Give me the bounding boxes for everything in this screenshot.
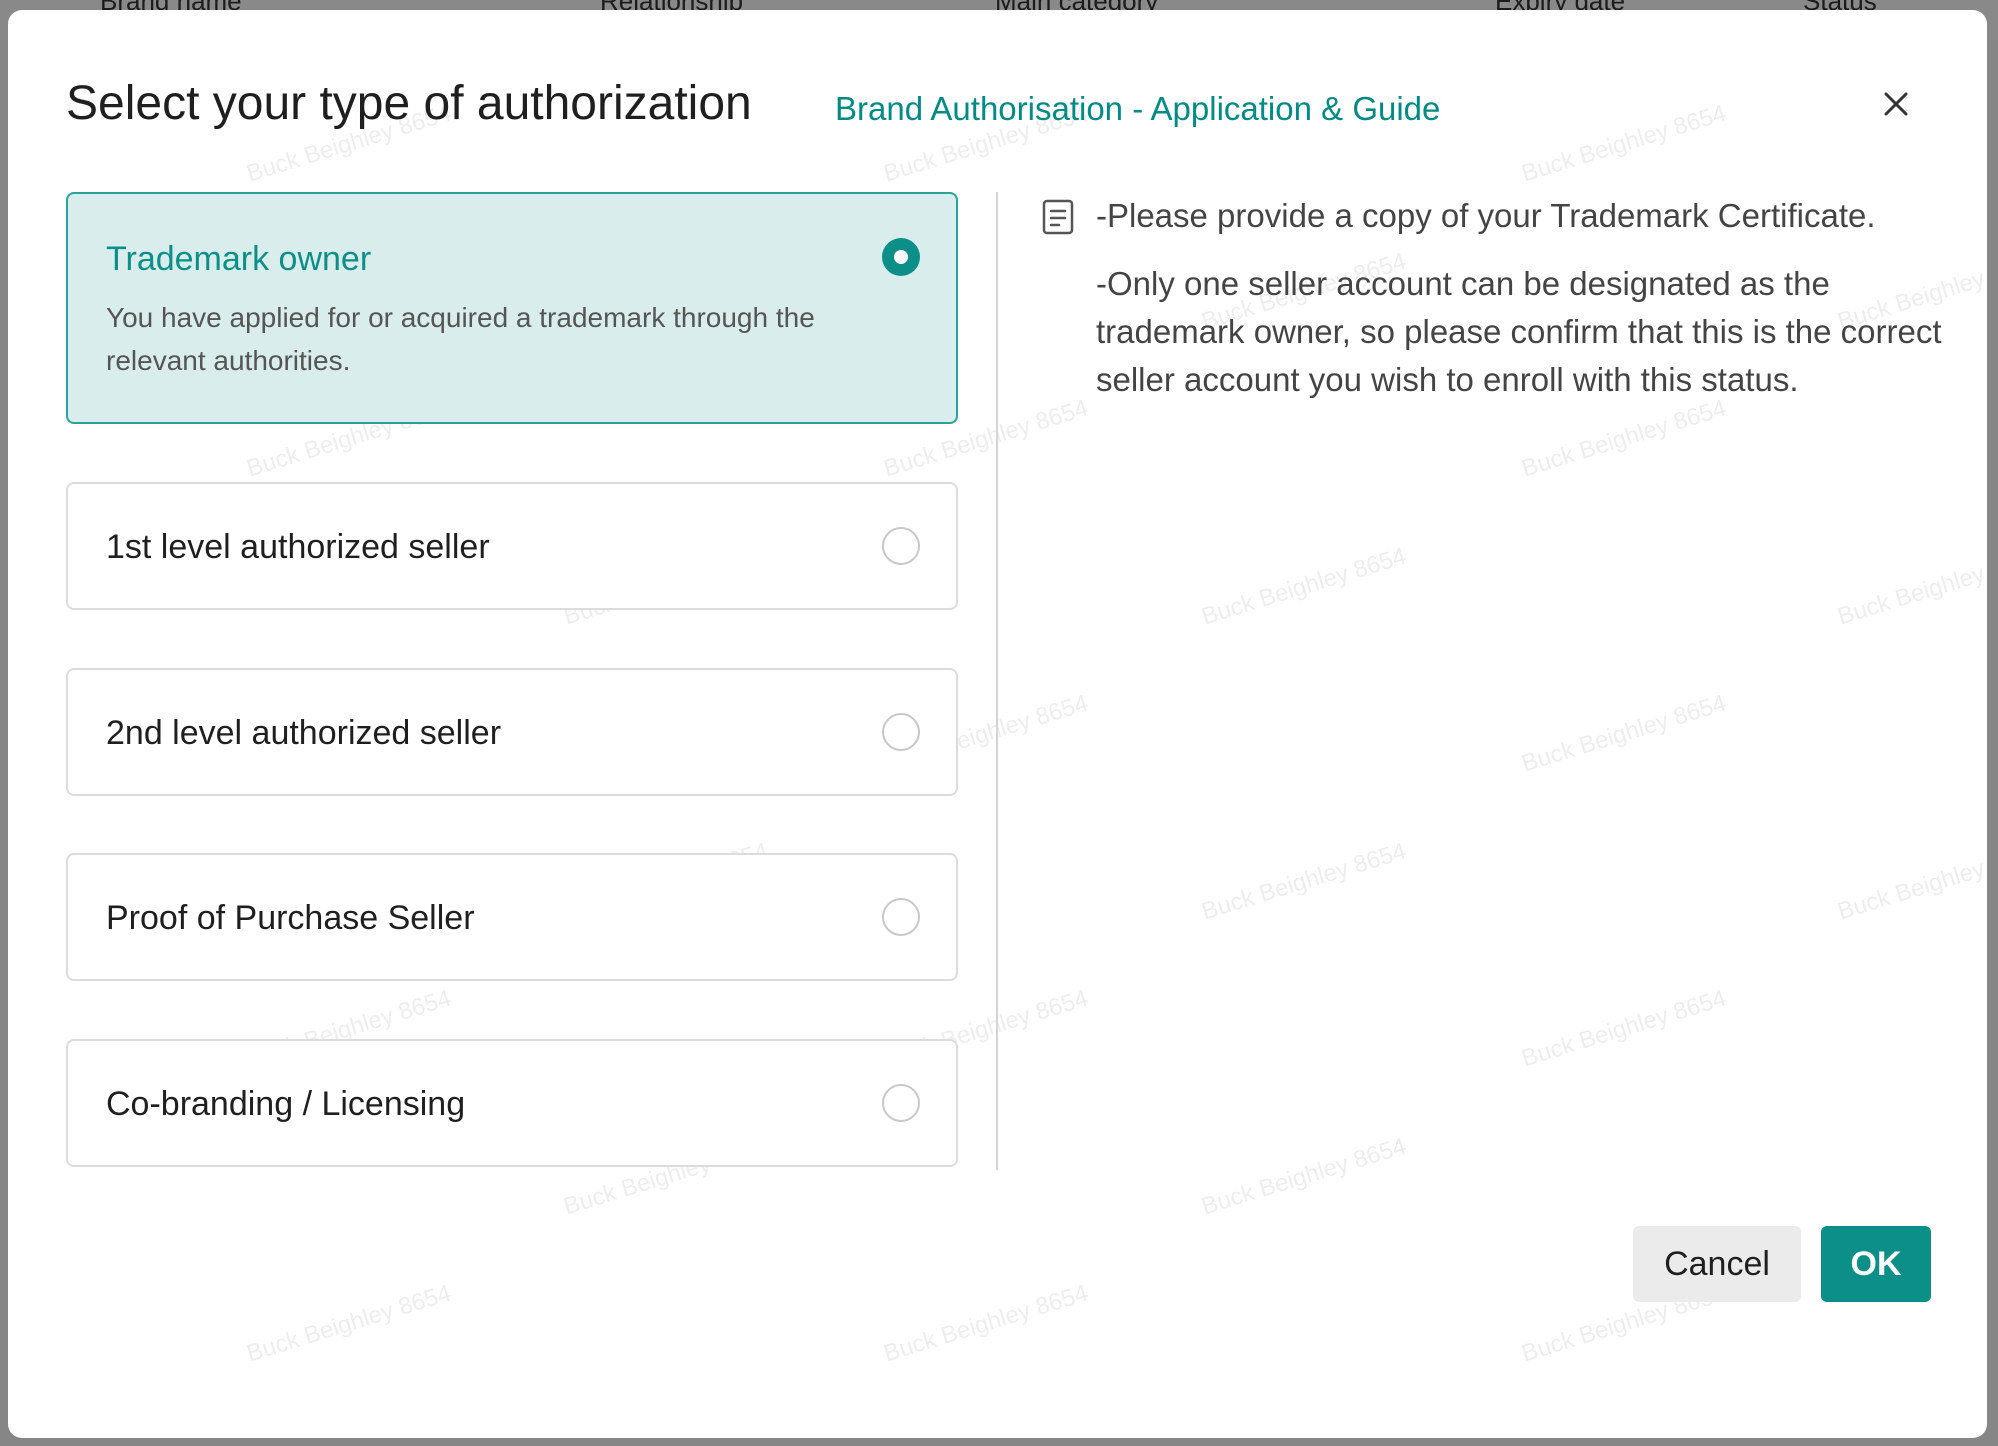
radio-button[interactable]	[882, 527, 920, 565]
info-text-trademark-owner: -Only one seller account can be designat…	[1096, 265, 1942, 398]
watermark: Buck Beighley 8654	[880, 1279, 1092, 1368]
watermark: Buck Beighley 8654	[1518, 394, 1730, 483]
option-1st-level-authorized-seller[interactable]: 1st level authorized seller	[66, 482, 958, 610]
radio-button[interactable]	[882, 713, 920, 751]
radio-button[interactable]	[882, 898, 920, 936]
watermark: Buck Beighley 8654	[1834, 838, 1987, 926]
watermark: Buck Beighley 8654	[1198, 542, 1410, 631]
cancel-button[interactable]: Cancel	[1633, 1226, 1801, 1302]
modal-title: Select your type of authorization	[66, 77, 752, 130]
watermark: Buck Beighley 8654	[1518, 984, 1730, 1073]
option-proof-of-purchase-seller[interactable]: Proof of Purchase Seller	[66, 853, 958, 981]
option-label: Proof of Purchase Seller	[106, 899, 475, 937]
application-guide-link[interactable]: Brand Authorisation - Application & Guid…	[835, 90, 1440, 128]
radio-button-checked[interactable]	[882, 238, 920, 276]
option-trademark-owner[interactable]: Trademark owner You have applied for or …	[66, 192, 958, 424]
ok-button[interactable]: OK	[1821, 1226, 1931, 1302]
authorization-type-modal: Buck Beighley 8654 Buck Beighley 8654 Bu…	[8, 10, 1987, 1438]
radio-button[interactable]	[882, 1084, 920, 1122]
option-label: Co-branding / Licensing	[106, 1085, 466, 1123]
option-2nd-level-authorized-seller[interactable]: 2nd level authorized seller	[66, 668, 958, 796]
watermark: Buck Beighley 8654	[1834, 543, 1987, 631]
watermark: Buck Beighley 8654	[1198, 1132, 1410, 1221]
watermark: Buck Beighley 8654	[243, 1279, 455, 1368]
info-text-certificate: -Please provide a copy of your Trademark…	[1096, 197, 1876, 234]
watermark: Buck Beighley 8654	[1518, 689, 1730, 778]
close-icon	[1884, 92, 1908, 116]
watermark: Buck Beighley 8654	[1518, 99, 1730, 188]
option-label: 1st level authorized seller	[106, 528, 490, 566]
close-button[interactable]	[1878, 86, 1914, 122]
document-icon	[1042, 199, 1074, 235]
option-co-branding-licensing[interactable]: Co-branding / Licensing	[66, 1039, 958, 1167]
option-description: You have applied for or acquired a trade…	[106, 302, 815, 376]
option-label: Trademark owner	[106, 240, 372, 278]
vertical-divider	[996, 192, 998, 1170]
option-label: 2nd level authorized seller	[106, 714, 502, 752]
watermark: Buck Beighley 8654	[1198, 837, 1410, 926]
